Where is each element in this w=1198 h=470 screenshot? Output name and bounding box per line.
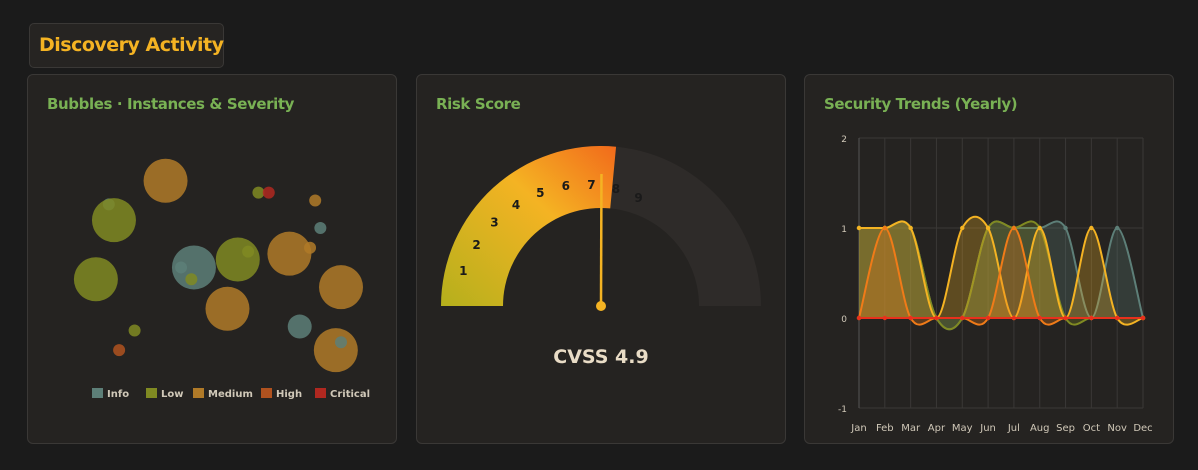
series-point	[1063, 225, 1068, 231]
y-tick-label: 2	[841, 135, 847, 145]
x-tick-label: Mar	[901, 423, 921, 434]
series-point	[882, 315, 888, 321]
legend-label: High	[276, 389, 302, 400]
y-tick-label: 1	[841, 225, 847, 235]
gauge-tick-label: 9	[634, 191, 642, 205]
legend-swatch	[146, 388, 157, 398]
gauge-tick-label: 8	[612, 182, 620, 196]
x-tick-label: Apr	[928, 423, 946, 434]
bubble-point	[73, 257, 118, 302]
gauge-tick-label: 1	[459, 264, 467, 278]
trend-chart: 2 1 0 -1Jan Feb Mar Apr May Jun Jul Aug Sep Oct Nov De…	[838, 135, 1153, 434]
gauge-tick-label: 4	[512, 198, 520, 212]
series-point	[856, 315, 862, 321]
series-point	[960, 225, 965, 231]
legend-swatch	[193, 388, 204, 398]
series-point	[1037, 225, 1042, 231]
bubble-point	[242, 245, 255, 258]
bubble-point	[175, 261, 188, 274]
series-point	[1089, 315, 1094, 321]
bubble-point	[267, 231, 312, 276]
gauge-tick-label: 3	[490, 216, 498, 230]
series-point	[1037, 315, 1042, 321]
section-title: Discovery Activity	[29, 23, 224, 68]
legend-label: Medium	[208, 389, 253, 400]
bubble-point	[314, 222, 327, 235]
legend-label: Info	[107, 389, 129, 400]
bubble-point	[128, 324, 141, 337]
series-point	[1140, 315, 1146, 321]
gauge-tick-label: 2	[472, 238, 480, 252]
series-point	[1114, 225, 1120, 231]
y-tick-label: 0	[841, 315, 847, 325]
bubble-chart: Info Low Medium High Critical	[73, 158, 370, 400]
series-point	[960, 315, 965, 321]
bubble-point	[335, 336, 347, 349]
series-point	[908, 225, 913, 231]
legend-label: Low	[161, 389, 183, 400]
series-point	[882, 225, 888, 231]
bubble-point	[113, 344, 126, 357]
bubble-point	[287, 314, 312, 339]
gauge-value-label: CVSS 4.9	[553, 346, 648, 368]
series-point	[1011, 225, 1017, 231]
legend-label: Critical	[330, 389, 370, 400]
trends-card: Security Trends (Yearly) 2 1 0 -1 Jan Feb Mar A…	[804, 74, 1174, 444]
x-tick-label: Jun	[979, 423, 996, 434]
bubble-point	[91, 198, 136, 243]
gauge-needle-hub	[596, 301, 606, 311]
legend-swatch	[261, 388, 272, 398]
bubbles-card: Bubbles · Instances & Severity Info Low Me…	[27, 74, 397, 444]
gauge-card: Risk Score 1 2 3 4 5 6 7 8 9 CVSS 4.9	[416, 74, 786, 444]
series-point	[1011, 315, 1017, 321]
series-point	[908, 315, 913, 321]
bubble-point	[319, 265, 363, 310]
series-point	[985, 225, 991, 231]
x-tick-label: Jul	[1007, 423, 1020, 434]
gauge-tick-label: 7	[587, 178, 595, 192]
y-tick-label: -1	[838, 405, 847, 415]
bubble-point	[262, 186, 275, 199]
x-tick-label: Oct	[1083, 423, 1100, 434]
series-point	[1114, 315, 1120, 321]
series-point	[1089, 225, 1094, 231]
x-tick-label: Nov	[1107, 423, 1127, 434]
legend-swatch	[315, 388, 326, 398]
gauge-tick-label: 6	[562, 179, 570, 193]
x-tick-label: Sep	[1056, 423, 1075, 434]
x-tick-label: Dec	[1133, 423, 1152, 434]
bubble-point	[252, 186, 265, 199]
bubble-point	[205, 286, 250, 331]
series-point	[985, 315, 991, 321]
legend-swatch	[92, 388, 103, 398]
x-tick-label: Aug	[1030, 423, 1050, 434]
bubble-point	[215, 237, 260, 282]
bubble-point	[309, 194, 322, 207]
x-tick-label: Jan	[850, 423, 866, 434]
series-point	[934, 315, 939, 321]
bubble-point	[185, 273, 198, 286]
series-point	[856, 225, 862, 231]
risk-gauge: 1234 5 6 7 89 CVSS 4.9	[441, 145, 761, 368]
x-tick-label: May	[952, 423, 973, 434]
x-tick-label: Feb	[876, 423, 894, 434]
series-point	[1063, 315, 1068, 321]
gauge-tick-label: 5	[536, 186, 544, 200]
bubble-point	[313, 328, 358, 373]
gauge-fill	[441, 145, 617, 306]
bubble-point	[143, 158, 188, 203]
